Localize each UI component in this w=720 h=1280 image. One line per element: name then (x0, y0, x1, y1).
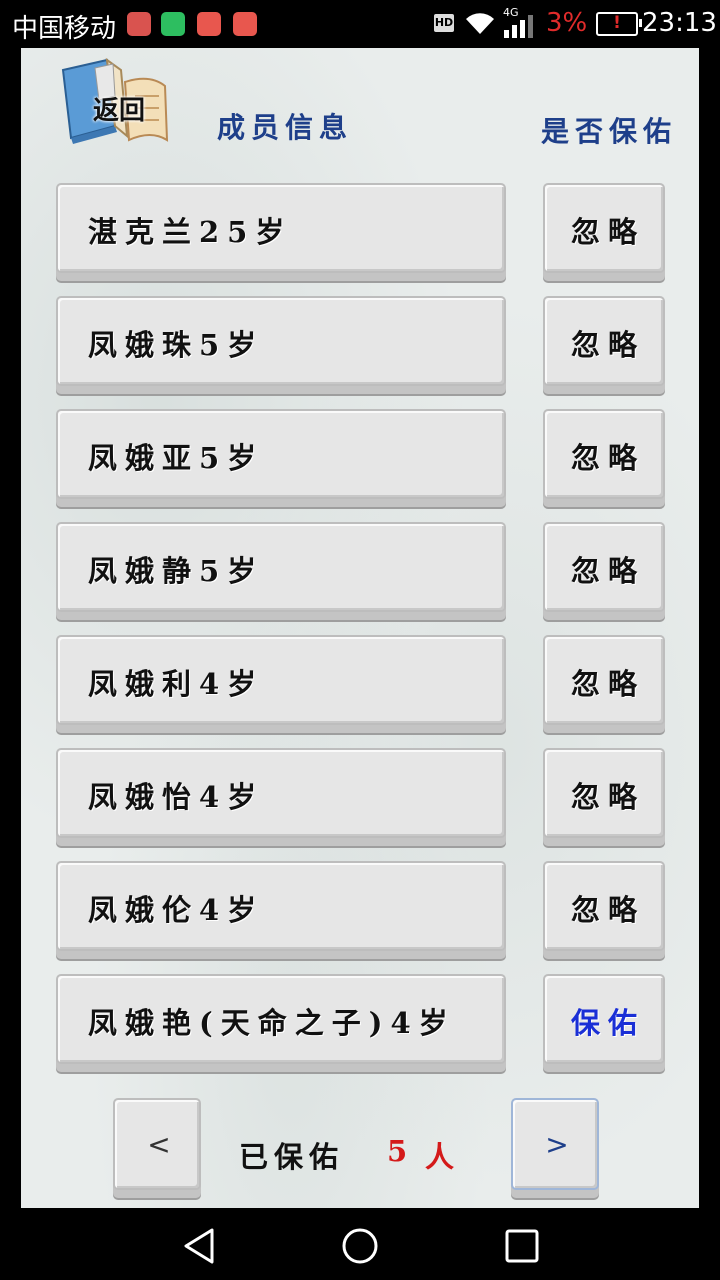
action-label: 保佑 (570, 1006, 645, 1040)
member-info-plate[interactable]: 凤娥伦4岁 (56, 861, 506, 951)
member-action: 忽略 (543, 183, 667, 279)
ignore-button[interactable]: 忽略 (543, 296, 665, 386)
member-info-text: 凤娥静5岁 (88, 554, 265, 588)
chevron-left-icon: < (147, 1128, 171, 1161)
wechat-icon (161, 12, 185, 36)
battery-percent: 3% (546, 8, 588, 38)
member-info-text: 凤娥利4岁 (88, 667, 265, 701)
action-label: 忽略 (570, 893, 645, 927)
member-action: 保佑 (543, 974, 667, 1070)
member-info-plate[interactable]: 凤娥亚5岁 (56, 409, 506, 499)
chevron-right-icon: > (545, 1128, 569, 1161)
member-row: 凤娥静5岁 (56, 522, 506, 618)
action-label: 忽略 (570, 441, 645, 475)
protected-count-unit: 人 (425, 1140, 455, 1174)
notification-app-icon (127, 12, 151, 36)
member-info-text: 凤娥珠5岁 (88, 328, 265, 362)
system-navigation-bar (0, 1208, 720, 1280)
ignore-button[interactable]: 忽略 (543, 522, 665, 612)
member-action: 忽略 (543, 748, 667, 844)
protected-count-value: 5 (387, 1134, 412, 1168)
wifi-icon (466, 13, 494, 35)
member-row: 凤娥亚5岁 (56, 409, 506, 505)
action-label: 忽略 (570, 780, 645, 814)
hd-icon: HD (434, 14, 454, 32)
member-row: 凤娥利4岁 (56, 635, 506, 731)
member-row: 凤娥怡4岁 (56, 748, 506, 844)
prev-page-plate[interactable]: < (113, 1098, 201, 1190)
action-label: 忽略 (570, 328, 645, 362)
ignore-button[interactable]: 忽略 (543, 861, 665, 951)
home-circle-icon[interactable] (340, 1226, 380, 1266)
member-action: 忽略 (543, 522, 667, 618)
member-info-text: 凤娥亚5岁 (88, 441, 265, 475)
member-info-text: 凤娥怡4岁 (88, 780, 265, 814)
clock: 23:13 (642, 8, 717, 38)
next-page-plate[interactable]: > (511, 1098, 599, 1190)
member-row: 凤娥伦4岁 (56, 861, 506, 957)
ignore-button[interactable]: 忽略 (543, 409, 665, 499)
member-action: 忽略 (543, 861, 667, 957)
action-label: 忽略 (570, 554, 645, 588)
ignore-button[interactable]: 忽略 (543, 635, 665, 725)
member-info-plate[interactable]: 凤娥怡4岁 (56, 748, 506, 838)
carrier-name: 中国移动 (12, 14, 117, 44)
signal-icon (504, 15, 533, 38)
back-triangle-icon[interactable] (180, 1226, 220, 1266)
notification-app-icon (197, 12, 221, 36)
action-label: 忽略 (570, 215, 645, 249)
member-action: 忽略 (543, 296, 667, 392)
member-row: 凤娥珠5岁 (56, 296, 506, 392)
ignore-button[interactable]: 忽略 (543, 748, 665, 838)
member-info-plate[interactable]: 凤娥利4岁 (56, 635, 506, 725)
back-button-label: 返回 (93, 96, 146, 126)
app-screen: 返回 成员信息 是否保佑 湛克兰25岁 忽略 凤娥珠5岁 忽略 凤娥亚5岁 忽略 (21, 48, 699, 1208)
protected-count-label: 已保佑 (239, 1140, 345, 1174)
member-row: 凤娥艳(天命之子)4岁 (56, 974, 506, 1070)
member-info-plate[interactable]: 凤娥珠5岁 (56, 296, 506, 386)
back-button[interactable]: 返回 (55, 56, 173, 150)
member-row: 湛克兰25岁 (56, 183, 506, 279)
action-label: 忽略 (570, 667, 645, 701)
notification-app-icon (233, 12, 257, 36)
member-info-plate[interactable]: 凤娥艳(天命之子)4岁 (56, 974, 506, 1064)
member-info-text: 凤娥伦4岁 (88, 893, 265, 927)
status-bar: 中国移动 HD 4G 3% ! 23:13 (0, 0, 720, 48)
ignore-button[interactable]: 忽略 (543, 183, 665, 273)
member-info-text: 凤娥艳(天命之子)4岁 (88, 1006, 456, 1040)
prev-page-button[interactable]: < (113, 1098, 201, 1190)
battery-icon: ! (596, 12, 642, 36)
member-info-plate[interactable]: 湛克兰25岁 (56, 183, 506, 273)
next-page-button[interactable]: > (511, 1098, 599, 1190)
header-member-info: 成员信息 (217, 111, 354, 144)
member-action: 忽略 (543, 635, 667, 731)
protect-button[interactable]: 保佑 (543, 974, 665, 1064)
header-protect-status: 是否保佑 (541, 115, 678, 148)
recent-apps-icon[interactable] (502, 1226, 542, 1266)
battery-alert: ! (613, 13, 621, 33)
member-info-plate[interactable]: 凤娥静5岁 (56, 522, 506, 612)
member-info-text: 湛克兰25岁 (88, 215, 293, 249)
member-action: 忽略 (543, 409, 667, 505)
